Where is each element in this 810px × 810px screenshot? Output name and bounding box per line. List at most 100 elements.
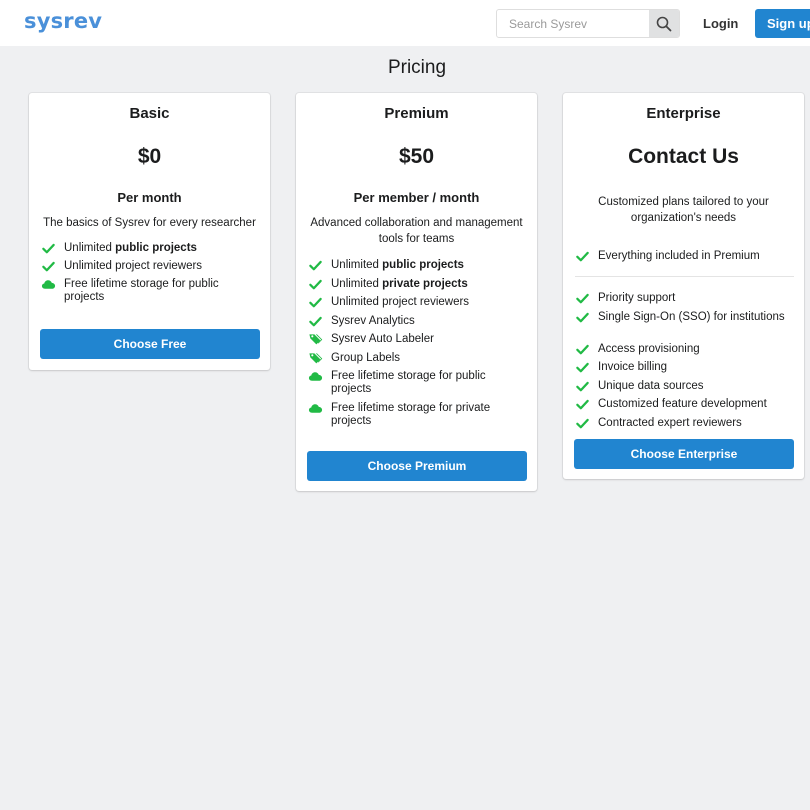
feature-text: Single Sign-On (SSO) for institutions — [598, 310, 785, 323]
feature-label: Single Sign-On (SSO) for institutions — [598, 311, 785, 323]
feature-item: Contracted expert reviewers — [575, 417, 790, 430]
search-input[interactable] — [497, 10, 650, 37]
feature-text: Unlimited — [331, 277, 383, 290]
feature-label: Priority support — [598, 292, 675, 304]
feature-item: Invoice billing — [575, 361, 790, 374]
check-icon — [309, 316, 322, 326]
feature-label: Unique data sources — [598, 380, 703, 392]
feature-label: Unlimited public projects — [64, 242, 197, 254]
feature-label: Access provisioning — [598, 343, 700, 355]
feature-text: Customized feature development — [598, 398, 767, 410]
login-link[interactable]: Login — [703, 16, 738, 31]
check-icon — [309, 279, 322, 289]
plan-period: Per member / month — [353, 190, 480, 205]
feature-item: Single Sign-On (SSO) for institutions — [575, 311, 790, 324]
check-icon — [576, 312, 589, 322]
sysrev-logo[interactable]: sysrev — [24, 9, 102, 33]
feature-label: Unlimited public projects — [331, 259, 464, 271]
check-icon — [576, 344, 589, 354]
feature-label: Unlimited project reviewers — [331, 296, 469, 308]
plan-description: Customized plans tailored to your organi… — [598, 196, 769, 224]
choose-premium-button[interactable]: Choose Premium — [307, 451, 527, 481]
feature-label: Customized feature development — [598, 398, 767, 410]
plan-description: Advanced collaboration and management to… — [310, 217, 523, 245]
choose-free-button[interactable]: Choose Free — [40, 329, 260, 359]
check-icon — [576, 293, 589, 304]
feature-item: Free lifetime storage for public project… — [308, 370, 523, 396]
cloud-icon — [308, 404, 323, 413]
check-icon — [309, 297, 322, 308]
check-icon — [576, 251, 589, 262]
tags-icon — [309, 334, 323, 345]
feature-item: Free lifetime storage for private projec… — [308, 402, 523, 428]
feature-label: Unlimited private projects — [331, 278, 468, 290]
feature-label: Unlimited project reviewers — [64, 260, 202, 272]
search-box — [496, 9, 680, 38]
feature-item: Everything included in Premium — [575, 250, 800, 263]
feature-label: Free lifetime storage for public project… — [64, 278, 219, 303]
search-icon — [656, 16, 672, 31]
feature-item: Unlimited private projects — [308, 278, 523, 291]
feature-text: Sysrev Auto Labeler — [331, 333, 434, 345]
choose-enterprise-button[interactable]: Choose Enterprise — [574, 439, 794, 469]
feature-label: Sysrev Auto Labeler — [331, 333, 434, 345]
feature-text: Unique data sources — [598, 379, 704, 392]
feature-item: Unlimited project reviewers — [41, 260, 256, 273]
feature-item: Group Labels — [308, 352, 523, 365]
check-icon — [42, 243, 55, 254]
feature-item: Priority support — [575, 292, 790, 305]
plan-name: Basic — [129, 105, 170, 122]
feature-label: Invoice billing — [598, 361, 667, 373]
feature-item: Unique data sources — [575, 380, 790, 393]
check-icon — [42, 261, 55, 272]
top-navbar: sysrev Login Sign up — [0, 0, 810, 46]
cloud-icon — [308, 372, 323, 381]
page-title: Pricing — [387, 57, 447, 78]
check-icon — [576, 418, 589, 428]
feature-text: Unlimited — [64, 242, 116, 254]
plan-period: Per month — [117, 190, 182, 205]
feature-label: Group Labels — [331, 352, 400, 364]
feature-text: Unlimited project reviewers — [331, 296, 470, 308]
check-icon — [309, 260, 322, 271]
feature-text: Priority support — [598, 292, 676, 304]
feature-item: Unlimited project reviewers — [308, 296, 523, 309]
signup-button[interactable]: Sign up — [755, 9, 810, 38]
check-icon — [576, 399, 589, 410]
included-list: Everything included in Premium — [575, 250, 800, 263]
feature-text: Access provisioning — [598, 342, 700, 355]
feature-item: Sysrev Auto Labeler — [308, 333, 523, 346]
feature-item: Free lifetime storage for public project… — [41, 278, 256, 304]
plan-price: $0 — [137, 145, 162, 168]
tags-icon — [309, 352, 323, 363]
feature-text-bold: public projects — [115, 242, 197, 254]
feature-label: Free lifetime storage for private projec… — [331, 402, 490, 427]
feature-text: Free lifetime storage for public project… — [331, 370, 486, 395]
cloud-icon — [41, 280, 56, 289]
feature-item: Access provisioning — [575, 343, 790, 356]
feature-item: Sysrev Analytics — [308, 315, 523, 328]
check-icon — [576, 381, 589, 391]
feature-text: Sysrev Analytics — [331, 314, 415, 327]
feature-label: Everything included in Premium — [598, 250, 760, 262]
plan-card-basic: Basic $0 Per month The basics of Sysrev … — [29, 93, 270, 370]
feature-text: Contracted expert reviewers — [598, 416, 742, 429]
feature-text: Group Labels — [331, 351, 401, 364]
check-icon — [576, 362, 589, 373]
plan-card-enterprise: Enterprise Contact Us Customized plans t… — [563, 93, 804, 479]
search-button[interactable] — [649, 10, 679, 37]
feature-label: Sysrev Analytics — [331, 315, 415, 327]
plan-name: Enterprise — [646, 105, 721, 122]
feature-text: Free lifetime storage for private projec… — [331, 402, 491, 427]
feature-label: Contracted expert reviewers — [598, 417, 742, 429]
feature-text: Unlimited project reviewers — [64, 260, 203, 272]
feature-item: Unlimited public projects — [308, 259, 523, 272]
feature-text-bold: public projects — [382, 259, 464, 271]
feature-text-bold: private projects — [382, 277, 468, 290]
plan-description: The basics of Sysrev for every researche… — [43, 217, 256, 229]
plan-price: Contact Us — [628, 145, 739, 168]
feature-text: Invoice billing — [598, 361, 668, 373]
feature-label: Free lifetime storage for public project… — [331, 370, 486, 395]
divider — [575, 276, 794, 277]
plan-card-premium: Premium $50 Per member / month Advanced … — [296, 93, 537, 491]
